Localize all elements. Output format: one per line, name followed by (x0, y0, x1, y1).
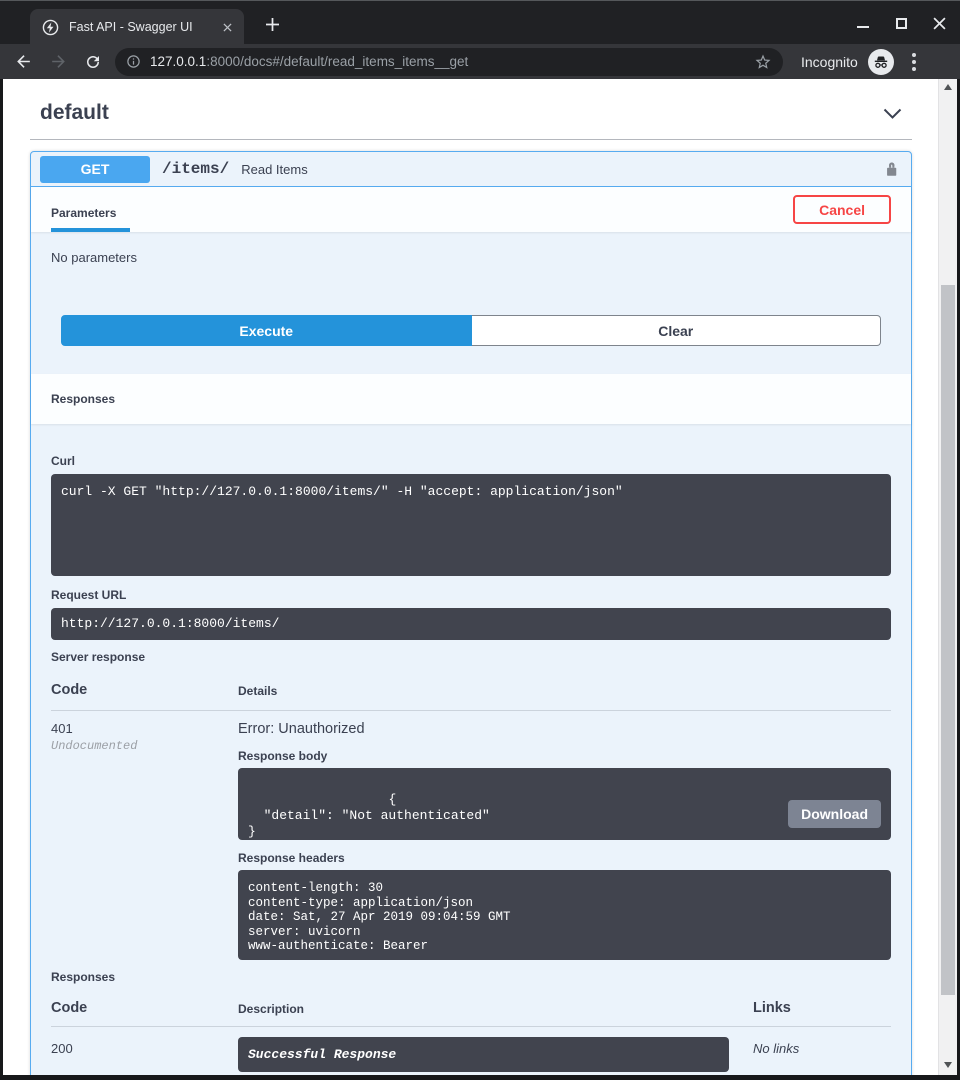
minimize-icon[interactable] (856, 16, 870, 30)
details-column-header: Details (238, 682, 277, 698)
browser-tab[interactable]: Fast API - Swagger UI (30, 9, 244, 45)
opblock-header[interactable]: GET /items/ Read Items (31, 152, 911, 187)
parameters-header: Parameters Cancel (31, 187, 911, 232)
response-description-block: Successful Response (238, 1037, 729, 1072)
swagger-page: default GET /items/ Read Items (3, 79, 938, 1075)
endpoint-summary: Read Items (241, 162, 880, 177)
curl-label: Curl (51, 454, 891, 468)
curl-command[interactable]: curl -X GET "http://127.0.0.1:8000/items… (51, 474, 891, 576)
browser-toolbar: 127.0.0.1:8000/docs#/default/read_items_… (0, 44, 960, 79)
address-bar[interactable]: 127.0.0.1:8000/docs#/default/read_items_… (115, 48, 783, 76)
no-parameters-text: No parameters (51, 250, 891, 265)
server-response-label: Server response (51, 650, 891, 664)
response-body-json: { "detail": "Not authenticated" } (248, 792, 490, 839)
window-controls (856, 11, 946, 35)
default-section-header[interactable]: default (30, 93, 912, 140)
divider (51, 1026, 891, 1027)
cancel-button[interactable]: Cancel (793, 195, 891, 224)
page-viewport: default GET /items/ Read Items (3, 79, 957, 1075)
opblock-get-items: GET /items/ Read Items Parameters (30, 151, 912, 1075)
section-title: default (40, 101, 109, 125)
response-headers-code: content-length: 30 content-type: applica… (238, 870, 891, 960)
url-host: 127.0.0.1 (150, 54, 206, 69)
browser-window: Fast API - Swagger UI 127.0.0 (0, 0, 960, 1080)
undocumented-note: Undocumented (51, 739, 238, 753)
page-info-icon[interactable] (126, 54, 141, 69)
download-button[interactable]: Download (788, 800, 881, 828)
response-body-label: Response body (238, 749, 891, 763)
tab-title: Fast API - Swagger UI (69, 20, 218, 34)
server-response-table-head: Code Details (51, 682, 891, 698)
request-url-value: http://127.0.0.1:8000/items/ (51, 608, 891, 640)
server-response-row: 401 Undocumented Error: Unauthorized Res… (51, 721, 891, 960)
divider (51, 710, 891, 711)
browser-menu-icon[interactable] (908, 49, 920, 75)
responses-body: Curl curl -X GET "http://127.0.0.1:8000/… (31, 424, 911, 1075)
http-method-badge: GET (40, 156, 150, 183)
forward-icon[interactable] (45, 49, 71, 75)
endpoint-path: /items/ (162, 160, 229, 178)
clear-button[interactable]: Clear (472, 315, 882, 346)
url-path: :8000/docs#/default/read_items_items__ge… (206, 54, 468, 69)
scrollbar-thumb[interactable] (941, 285, 955, 995)
responses-table-head: Code Description Links (51, 1000, 891, 1016)
fastapi-favicon-icon (42, 19, 59, 36)
code-column-header-2: Code (51, 1000, 238, 1016)
scroll-down-icon[interactable] (944, 1062, 952, 1068)
scroll-up-icon[interactable] (944, 84, 952, 90)
new-tab-icon[interactable] (262, 14, 282, 34)
incognito-icon (868, 49, 894, 75)
chevron-down-icon[interactable] (883, 108, 902, 119)
incognito-label: Incognito (801, 54, 858, 70)
links-column-header: Links (753, 1000, 791, 1016)
response-headers-label: Response headers (238, 851, 891, 865)
close-window-icon[interactable] (932, 16, 946, 30)
status-code-200: 200 (51, 1037, 238, 1072)
no-links-text: No links (753, 1037, 799, 1072)
back-icon[interactable] (10, 49, 36, 75)
reload-icon[interactable] (80, 49, 106, 75)
tab-parameters[interactable]: Parameters (51, 206, 130, 232)
code-column-header: Code (51, 682, 238, 698)
error-description: Error: Unauthorized (238, 721, 891, 737)
parameters-body: No parameters Execute Clear (31, 232, 911, 374)
auth-lock-icon[interactable] (880, 157, 902, 181)
execute-button-group: Execute Clear (61, 315, 881, 346)
scrollbar[interactable] (938, 79, 957, 1075)
maximize-icon[interactable] (894, 16, 908, 30)
url-text[interactable]: 127.0.0.1:8000/docs#/default/read_items_… (150, 54, 754, 69)
table-row-200: 200 Successful Response No links (51, 1037, 891, 1072)
responses-section-title: Responses (51, 392, 115, 406)
documented-responses-label: Responses (51, 970, 891, 984)
response-body-code: { "detail": "Not authenticated" } Downlo… (238, 768, 891, 840)
status-code-401: 401 (51, 721, 238, 736)
tab-close-icon[interactable] (218, 18, 236, 36)
responses-section-header: Responses (31, 374, 911, 424)
execute-button[interactable]: Execute (61, 315, 472, 346)
tab-strip: Fast API - Swagger UI (0, 0, 960, 44)
description-column-header: Description (238, 1000, 753, 1016)
bookmark-star-icon[interactable] (754, 53, 772, 71)
request-url-label: Request URL (51, 588, 891, 602)
